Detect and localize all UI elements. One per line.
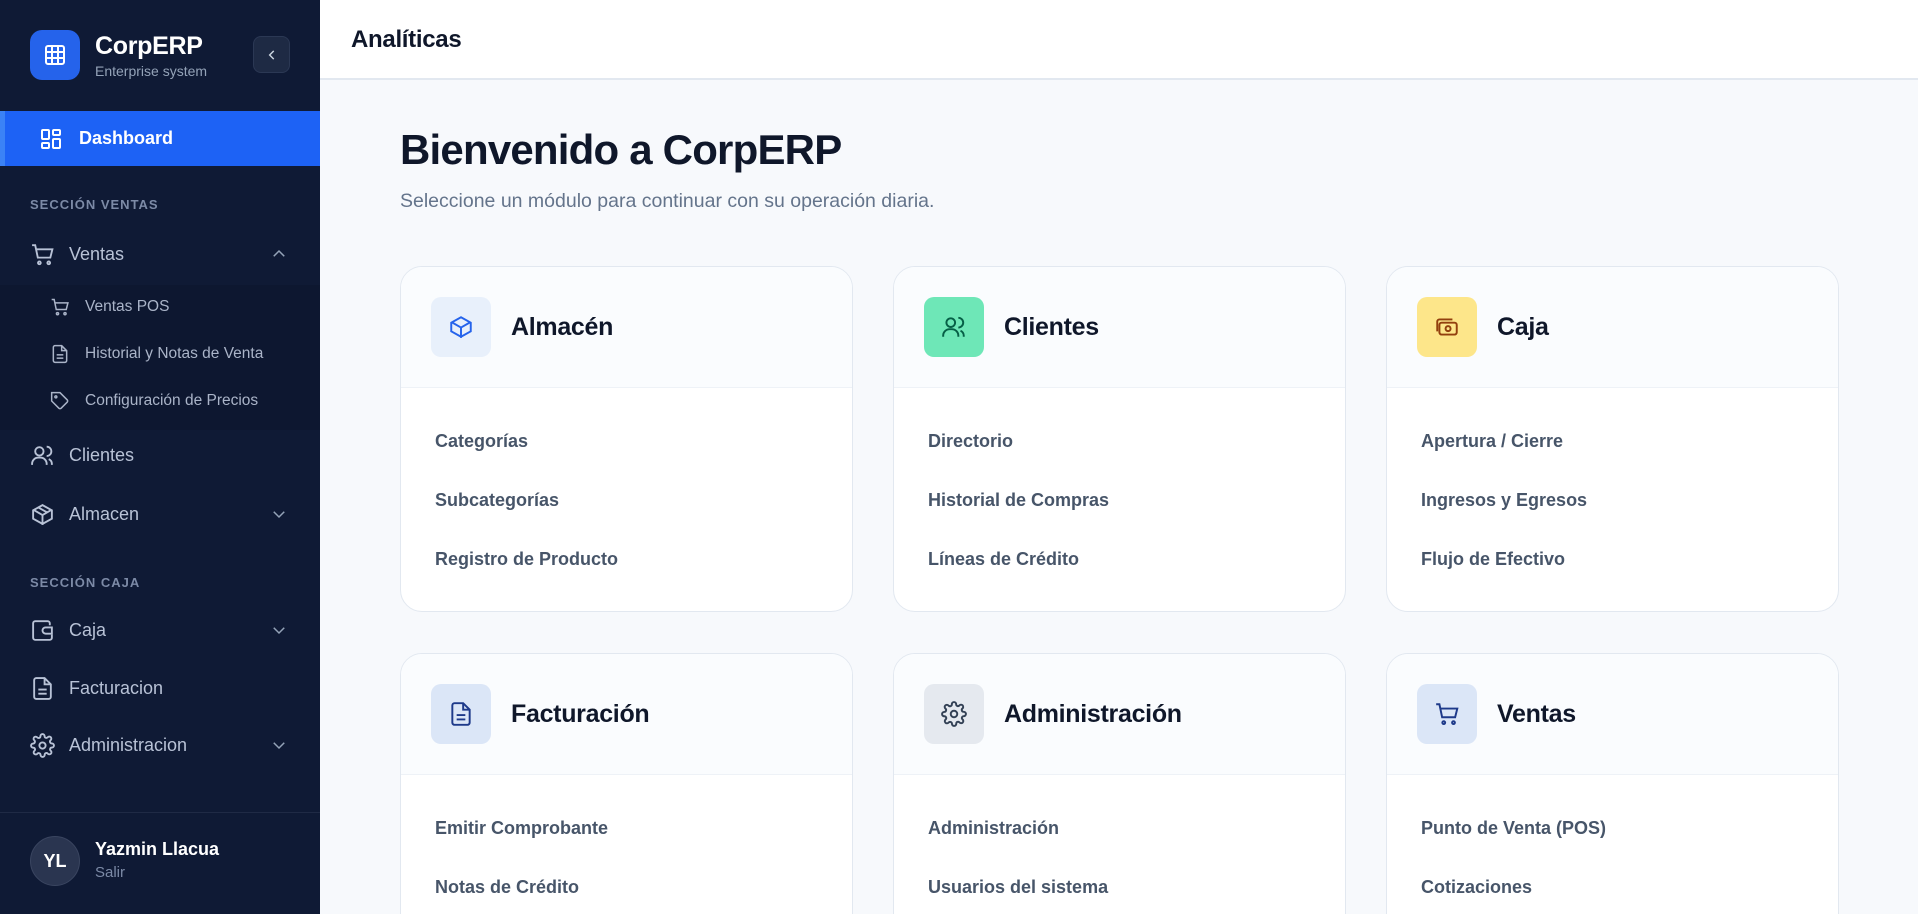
section-title-sales: SECCIÓN VENTAS: [30, 197, 159, 212]
card-header: Almacén: [401, 267, 852, 388]
module-link[interactable]: Líneas de Crédito: [928, 549, 1079, 570]
sidebar-item-caja[interactable]: Caja: [0, 608, 320, 652]
users-icon: [31, 445, 53, 465]
cart-icon: [1417, 684, 1477, 744]
sidebar-item-clientes[interactable]: Clientes: [0, 433, 320, 477]
card-title: Administración: [1004, 700, 1182, 728]
cart-icon: [32, 243, 54, 265]
document-icon: [33, 676, 52, 700]
module-card-administracion: Administración Administración Usuarios d…: [893, 653, 1346, 914]
module-link[interactable]: Usuarios del sistema: [928, 877, 1108, 898]
user-name: Yazmin Llacua: [95, 839, 220, 859]
chevron-down-icon: [273, 742, 285, 750]
module-link[interactable]: Notas de Crédito: [435, 877, 579, 898]
chevron-left-icon: [268, 49, 274, 60]
submenu-item-precios[interactable]: Configuración de Precios: [0, 381, 320, 421]
tag-icon: [50, 391, 69, 410]
module-card-facturacion: Facturación Emitir Comprobante Notas de …: [400, 653, 853, 914]
card-title: Clientes: [1004, 313, 1099, 341]
module-card-ventas: Ventas Punto de Venta (POS) Cotizaciones: [1386, 653, 1839, 914]
brand-name: CorpERP: [95, 31, 203, 60]
top-bar: Analíticas: [320, 0, 1918, 80]
card-title: Caja: [1497, 313, 1549, 341]
box-icon: [32, 503, 53, 525]
card-header: Ventas: [1387, 654, 1838, 775]
module-link[interactable]: Cotizaciones: [1421, 877, 1532, 898]
module-link[interactable]: Ingresos y Egresos: [1421, 490, 1587, 511]
cart-icon: [51, 298, 69, 316]
sidebar-item-label: Clientes: [69, 444, 135, 465]
gear-icon: [30, 732, 55, 758]
card-header: Clientes: [894, 267, 1345, 388]
card-title: Ventas: [1497, 700, 1576, 728]
page-subtitle: Seleccione un módulo para continuar con …: [400, 190, 935, 212]
header-title: Analíticas: [351, 26, 462, 53]
sidebar: CorpERP Enterprise system Dashboard SECC…: [0, 0, 320, 914]
cash-icon: [1417, 297, 1477, 357]
sidebar-item-dashboard[interactable]: Dashboard: [0, 111, 320, 166]
sidebar-item-label: Administracion: [69, 734, 188, 755]
grid-logo-icon: [30, 30, 80, 80]
brand[interactable]: CorpERP Enterprise system: [30, 30, 207, 80]
module-card-almacen: Almacén Categorías Subcategorías Registr…: [400, 266, 853, 612]
submenu-item-ventas-pos[interactable]: Ventas POS: [0, 287, 320, 327]
submenu-item-label: Historial y Notas de Venta: [85, 345, 264, 362]
gear-icon: [924, 684, 984, 744]
sidebar-item-label: Almacen: [69, 503, 140, 524]
sidebar-item-almacen[interactable]: Almacen: [0, 492, 320, 536]
sidebar-item-label: Caja: [69, 619, 107, 640]
card-title: Almacén: [511, 313, 614, 341]
chevron-down-icon: [273, 627, 285, 635]
submenu-item-label: Ventas POS: [85, 298, 170, 315]
card-title: Facturación: [511, 700, 650, 728]
module-link[interactable]: Apertura / Cierre: [1421, 431, 1563, 452]
module-link[interactable]: Historial de Compras: [928, 490, 1109, 511]
card-header: Administración: [894, 654, 1345, 775]
sidebar-item-facturacion[interactable]: Facturacion: [0, 666, 320, 710]
user-profile: YL Yazmin Llacua Salir: [0, 812, 320, 914]
module-link[interactable]: Subcategorías: [435, 490, 559, 511]
module-link[interactable]: Directorio: [928, 431, 1013, 452]
sidebar-item-label: Dashboard: [79, 128, 174, 148]
sidebar-item-label: Ventas: [69, 243, 125, 264]
avatar[interactable]: YL: [30, 836, 80, 886]
collapse-sidebar-button[interactable]: [253, 36, 290, 73]
module-link[interactable]: Emitir Comprobante: [435, 818, 608, 839]
brand-subtitle: Enterprise system: [95, 62, 208, 79]
submenu-item-label: Configuración de Precios: [85, 392, 259, 409]
module-card-clientes: Clientes Directorio Historial de Compras…: [893, 266, 1346, 612]
document-icon: [52, 344, 68, 364]
sidebar-item-label: Facturacion: [69, 677, 164, 698]
page-title: Bienvenido a CorpERP: [400, 126, 842, 173]
module-link[interactable]: Categorías: [435, 431, 528, 452]
module-card-caja: Caja Apertura / Cierre Ingresos y Egreso…: [1386, 266, 1839, 612]
module-link[interactable]: Registro de Producto: [435, 549, 618, 570]
submenu-item-historial[interactable]: Historial y Notas de Venta: [0, 334, 320, 374]
sidebar-item-administracion[interactable]: Administracion: [0, 723, 320, 767]
document-icon: [431, 684, 491, 744]
section-title-cash: SECCIÓN CAJA: [30, 575, 141, 590]
chevron-up-icon: [273, 249, 285, 257]
wallet-icon: [32, 619, 53, 641]
module-link[interactable]: Flujo de Efectivo: [1421, 549, 1565, 570]
box-icon: [431, 297, 491, 357]
users-icon: [924, 297, 984, 357]
card-header: Caja: [1387, 267, 1838, 388]
module-link[interactable]: Administración: [928, 818, 1059, 839]
chevron-down-icon: [273, 511, 285, 519]
sidebar-item-ventas[interactable]: Ventas: [0, 232, 320, 276]
card-header: Facturación: [401, 654, 852, 775]
module-link[interactable]: Punto de Venta (POS): [1421, 818, 1606, 839]
dashboard-icon: [41, 128, 61, 149]
logout-link[interactable]: Salir: [95, 864, 125, 881]
